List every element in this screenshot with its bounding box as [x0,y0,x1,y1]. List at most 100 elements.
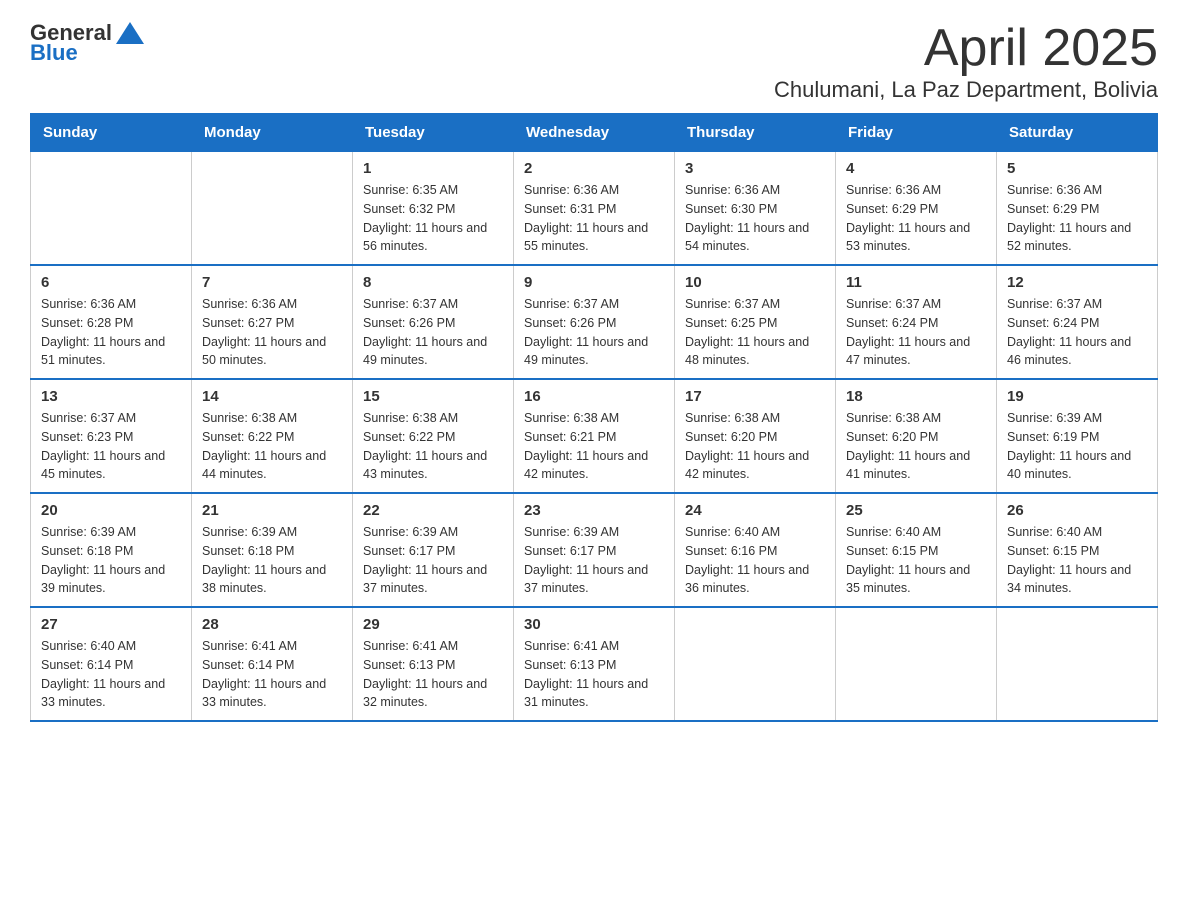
daylight-text: Daylight: 11 hours and 33 minutes. [202,675,342,713]
day-header-saturday: Saturday [997,114,1158,152]
calendar-cell: 3Sunrise: 6:36 AMSunset: 6:30 PMDaylight… [675,152,836,266]
header: General Blue April 2025 Chulumani, La Pa… [30,20,1158,103]
calendar-week-2: 6Sunrise: 6:36 AMSunset: 6:28 PMDaylight… [31,265,1158,379]
sunrise-text: Sunrise: 6:39 AM [1007,409,1147,428]
daylight-text: Daylight: 11 hours and 51 minutes. [41,333,181,371]
calendar-cell: 6 Sunrise: 6:36 AMSunset: 6:28 PMDaylight… [31,265,192,379]
sunrise-text: Sunrise: 6:38 AM [846,409,986,428]
sunset-text: Sunset: 6:20 PM [846,428,986,447]
calendar-cell: 15Sunrise: 6:38 AMSunset: 6:22 PMDayligh… [353,379,514,493]
sunset-text: Sunset: 6:19 PM [1007,428,1147,447]
day-number: 4 [846,160,986,177]
calendar-header: SundayMondayTuesdayWednesdayThursdayFrid… [31,114,1158,152]
sunrise-text: Sunrise: 6:37 AM [41,409,181,428]
sunset-text: Sunset: 6:29 PM [846,200,986,219]
day-detail: Sunrise: 6:36 AMSunset: 6:28 PMDaylight:… [41,295,181,370]
day-header-wednesday: Wednesday [514,114,675,152]
sunrise-text: Sunrise: 6:41 AM [202,637,342,656]
sunset-text: Sunset: 6:29 PM [1007,200,1147,219]
day-detail: Sunrise: 6:38 AMSunset: 6:20 PMDaylight:… [846,409,986,484]
day-number: 27 [41,616,181,633]
sunset-text: Sunset: 6:17 PM [524,542,664,561]
day-header-monday: Monday [192,114,353,152]
daylight-text: Daylight: 11 hours and 38 minutes. [202,561,342,599]
daylight-text: Daylight: 11 hours and 50 minutes. [202,333,342,371]
daylight-text: Daylight: 11 hours and 35 minutes. [846,561,986,599]
calendar-week-3: 13Sunrise: 6:37 AMSunset: 6:23 PMDayligh… [31,379,1158,493]
daylight-text: Daylight: 11 hours and 45 minutes. [41,447,181,485]
day-header-friday: Friday [836,114,997,152]
day-header-sunday: Sunday [31,114,192,152]
sunrise-text: Sunrise: 6:40 AM [685,523,825,542]
day-number: 5 [1007,160,1147,177]
day-number: 15 [363,388,503,405]
sunrise-text: Sunrise: 6:40 AM [1007,523,1147,542]
day-number: 21 [202,502,342,519]
day-detail: Sunrise: 6:36 AMSunset: 6:27 PMDaylight:… [202,295,342,370]
logo-blue-text: Blue [30,40,78,66]
day-number: 22 [363,502,503,519]
sunset-text: Sunset: 6:27 PM [202,314,342,333]
calendar-cell: 12Sunrise: 6:37 AMSunset: 6:24 PMDayligh… [997,265,1158,379]
sunrise-text: Sunrise: 6:36 AM [685,181,825,200]
day-detail: Sunrise: 6:37 AMSunset: 6:26 PMDaylight:… [524,295,664,370]
logo: General Blue [30,20,144,66]
daylight-text: Daylight: 11 hours and 49 minutes. [524,333,664,371]
sunrise-text: Sunrise: 6:37 AM [685,295,825,314]
calendar-table: SundayMondayTuesdayWednesdayThursdayFrid… [30,113,1158,722]
sunrise-text: Sunrise: 6:35 AM [363,181,503,200]
day-number: 24 [685,502,825,519]
sunrise-text: Sunrise: 6:38 AM [363,409,503,428]
sunset-text: Sunset: 6:22 PM [202,428,342,447]
sunrise-text: Sunrise: 6:36 AM [41,295,181,314]
daylight-text: Daylight: 11 hours and 53 minutes. [846,219,986,257]
day-number: 18 [846,388,986,405]
sunset-text: Sunset: 6:18 PM [41,542,181,561]
day-detail: Sunrise: 6:36 AMSunset: 6:29 PMDaylight:… [1007,181,1147,256]
calendar-cell: 19Sunrise: 6:39 AMSunset: 6:19 PMDayligh… [997,379,1158,493]
sunrise-text: Sunrise: 6:37 AM [1007,295,1147,314]
day-detail: Sunrise: 6:40 AMSunset: 6:15 PMDaylight:… [846,523,986,598]
day-number: 10 [685,274,825,291]
daylight-text: Daylight: 11 hours and 42 minutes. [685,447,825,485]
calendar-cell [31,152,192,266]
sunset-text: Sunset: 6:15 PM [846,542,986,561]
sunrise-text: Sunrise: 6:39 AM [363,523,503,542]
day-number: 6 [41,274,181,291]
daylight-text: Daylight: 11 hours and 36 minutes. [685,561,825,599]
calendar-cell [997,607,1158,721]
calendar-title: April 2025 [774,20,1158,77]
daylight-text: Daylight: 11 hours and 34 minutes. [1007,561,1147,599]
daylight-text: Daylight: 11 hours and 47 minutes. [846,333,986,371]
calendar-subtitle: Chulumani, La Paz Department, Bolivia [774,77,1158,103]
sunset-text: Sunset: 6:17 PM [363,542,503,561]
calendar-cell: 28Sunrise: 6:41 AMSunset: 6:14 PMDayligh… [192,607,353,721]
daylight-text: Daylight: 11 hours and 56 minutes. [363,219,503,257]
sunrise-text: Sunrise: 6:36 AM [846,181,986,200]
calendar-cell: 7Sunrise: 6:36 AMSunset: 6:27 PMDaylight… [192,265,353,379]
sunrise-text: Sunrise: 6:37 AM [363,295,503,314]
calendar-cell: 16Sunrise: 6:38 AMSunset: 6:21 PMDayligh… [514,379,675,493]
sunset-text: Sunset: 6:24 PM [1007,314,1147,333]
calendar-cell: 20Sunrise: 6:39 AMSunset: 6:18 PMDayligh… [31,493,192,607]
calendar-week-1: 1Sunrise: 6:35 AMSunset: 6:32 PMDaylight… [31,152,1158,266]
day-detail: Sunrise: 6:37 AMSunset: 6:26 PMDaylight:… [363,295,503,370]
day-number: 14 [202,388,342,405]
daylight-text: Daylight: 11 hours and 48 minutes. [685,333,825,371]
sunset-text: Sunset: 6:14 PM [41,656,181,675]
daylight-text: Daylight: 11 hours and 52 minutes. [1007,219,1147,257]
daylight-text: Daylight: 11 hours and 32 minutes. [363,675,503,713]
sunset-text: Sunset: 6:28 PM [41,314,181,333]
daylight-text: Daylight: 11 hours and 55 minutes. [524,219,664,257]
day-detail: Sunrise: 6:40 AMSunset: 6:16 PMDaylight:… [685,523,825,598]
daylight-text: Daylight: 11 hours and 49 minutes. [363,333,503,371]
day-detail: Sunrise: 6:40 AMSunset: 6:14 PMDaylight:… [41,637,181,712]
calendar-cell: 26Sunrise: 6:40 AMSunset: 6:15 PMDayligh… [997,493,1158,607]
sunset-text: Sunset: 6:31 PM [524,200,664,219]
calendar-cell [675,607,836,721]
calendar-cell: 13Sunrise: 6:37 AMSunset: 6:23 PMDayligh… [31,379,192,493]
day-detail: Sunrise: 6:39 AMSunset: 6:19 PMDaylight:… [1007,409,1147,484]
daylight-text: Daylight: 11 hours and 33 minutes. [41,675,181,713]
day-number: 9 [524,274,664,291]
calendar-week-5: 27 Sunrise: 6:40 AMSunset: 6:14 PMDayligh… [31,607,1158,721]
